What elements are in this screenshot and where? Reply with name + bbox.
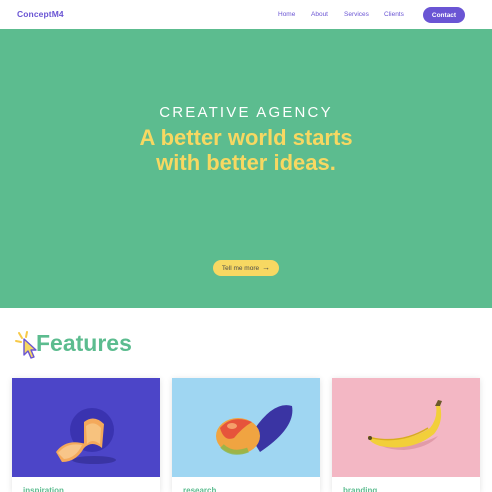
nav-link-about[interactable]: About <box>311 11 328 18</box>
hero-title-line-2: with better ideas. <box>156 150 336 175</box>
feature-card-inspiration[interactable]: inspiration <box>12 378 160 492</box>
hero-title: A better world starts with better ideas. <box>0 125 492 175</box>
card-label: research <box>183 486 217 492</box>
card-label: branding <box>343 486 378 492</box>
nav-link-services[interactable]: Services <box>344 11 369 18</box>
tell-me-more-button[interactable]: Tell me more → <box>213 260 279 276</box>
hero-section: CREATIVE AGENCY A better world starts wi… <box>0 29 492 308</box>
hero-eyebrow: CREATIVE AGENCY <box>159 104 333 121</box>
banana-image <box>332 378 480 477</box>
melon-image <box>12 378 160 477</box>
hero-title-line-1: A better world starts <box>139 125 353 150</box>
arrow-right-icon: → <box>262 263 271 272</box>
nav-link-clients[interactable]: Clients <box>384 11 404 18</box>
feature-card-branding[interactable]: branding <box>332 378 480 492</box>
nav-link-home[interactable]: Home <box>278 11 295 18</box>
top-navbar: ConceptM4 Home About Services Clients Co… <box>0 0 492 29</box>
cursor-click-icon <box>15 331 37 359</box>
cta-label: Tell me more <box>221 264 260 272</box>
contact-button[interactable]: Contact <box>423 7 465 23</box>
feature-card-research[interactable]: research <box>172 378 320 492</box>
mango-image <box>172 378 320 477</box>
brand-logo[interactable]: ConceptM4 <box>17 9 64 19</box>
card-label: inspiration <box>23 486 64 492</box>
features-heading: Features <box>36 330 132 356</box>
